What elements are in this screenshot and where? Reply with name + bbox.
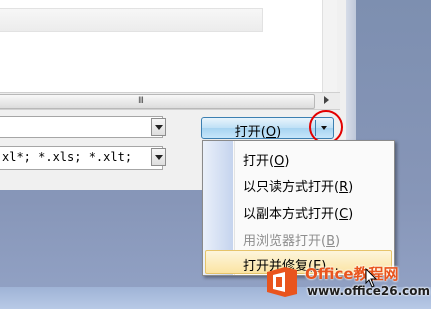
filetype-dropdown-button[interactable] bbox=[151, 148, 166, 166]
file-list[interactable] bbox=[0, 0, 322, 93]
menu-item-open[interactable]: 打开(O) bbox=[205, 145, 392, 169]
chevron-down-icon bbox=[155, 155, 163, 160]
menu-item-open-in-browser: 用浏览器打开(B) bbox=[205, 225, 392, 249]
menu-item-open-copy[interactable]: 以副本方式打开(C) bbox=[205, 198, 392, 222]
scroll-grip-icon: III bbox=[138, 96, 144, 106]
chevron-down-icon bbox=[155, 125, 163, 130]
highlight-circle bbox=[309, 110, 343, 144]
menu-item-label: 以副本方式打开(C) bbox=[243, 207, 354, 222]
menu-item-label: 用浏览器打开(B) bbox=[243, 234, 341, 249]
filetype-select[interactable]: xl*; *.xls; *.xlt; bbox=[0, 146, 163, 170]
scroll-thumb[interactable]: III bbox=[0, 94, 315, 109]
filename-dropdown-button[interactable] bbox=[151, 118, 166, 136]
horizontal-scrollbar[interactable]: III bbox=[0, 92, 340, 110]
office-logo-icon bbox=[267, 267, 297, 297]
mouse-pointer-icon bbox=[365, 268, 378, 288]
menu-item-label: 打开(O) bbox=[243, 154, 290, 169]
filetype-value: xl*; *.xls; *.xlt; bbox=[2, 150, 133, 164]
vertical-scrollbar[interactable] bbox=[322, 0, 337, 92]
open-options-menu: 打开(O) 以只读方式打开(R) 以副本方式打开(C) 用浏览器打开(B) 打开… bbox=[202, 140, 395, 276]
list-item[interactable] bbox=[0, 8, 263, 32]
scroll-right-arrow-icon[interactable] bbox=[324, 96, 329, 104]
menu-item-open-readonly[interactable]: 以只读方式打开(R) bbox=[205, 171, 392, 195]
watermark-title: Office教程网 bbox=[305, 265, 399, 283]
open-button-label[interactable]: 打开(O) bbox=[202, 121, 314, 140]
menu-item-label: 以只读方式打开(R) bbox=[243, 180, 354, 195]
filename-input[interactable] bbox=[0, 116, 163, 138]
